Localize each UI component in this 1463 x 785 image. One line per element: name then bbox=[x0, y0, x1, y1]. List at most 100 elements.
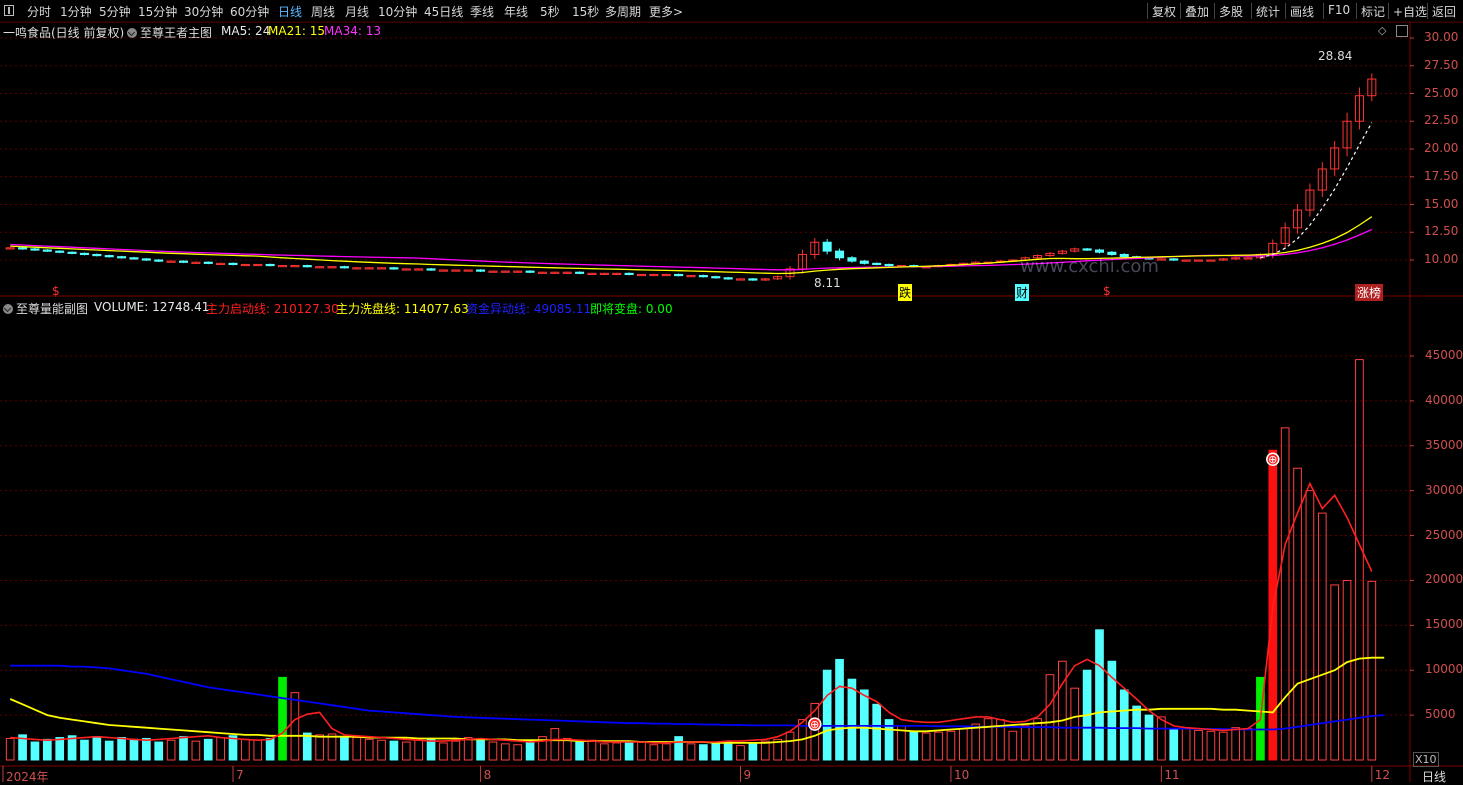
volume-bar bbox=[909, 730, 919, 761]
candle-body bbox=[364, 267, 374, 270]
candle-body bbox=[822, 241, 832, 252]
candle-body bbox=[216, 262, 226, 266]
candle-body bbox=[451, 269, 461, 272]
candle-body bbox=[315, 266, 325, 269]
volume-bar bbox=[55, 737, 65, 761]
candle-body bbox=[550, 271, 560, 274]
volume-bar bbox=[649, 744, 659, 761]
candle-body bbox=[723, 277, 733, 280]
candle-body bbox=[42, 249, 52, 252]
volume-bar bbox=[1020, 725, 1030, 761]
volume-bar bbox=[463, 737, 473, 761]
candle-body bbox=[1193, 259, 1204, 262]
volume-bar bbox=[30, 741, 40, 761]
volume-tick-label: 35000 bbox=[1425, 437, 1463, 452]
volume-bar bbox=[934, 731, 943, 761]
candle-body bbox=[253, 263, 263, 267]
plus-circle-mark: ⊕ bbox=[1268, 453, 1277, 466]
candle-body bbox=[575, 271, 585, 274]
candle-body bbox=[1243, 257, 1253, 260]
candle-body bbox=[117, 256, 127, 259]
volume-bar bbox=[1008, 730, 1018, 761]
volume-bar bbox=[946, 730, 956, 761]
candle-body bbox=[1107, 251, 1117, 255]
candle-body bbox=[265, 263, 275, 267]
candle-body bbox=[30, 248, 40, 251]
low-annotation: 8.11 bbox=[814, 276, 841, 290]
candle-body bbox=[649, 273, 659, 277]
candle-body bbox=[674, 273, 684, 277]
candle-body bbox=[339, 266, 349, 269]
period-label[interactable]: 日线 bbox=[1422, 768, 1446, 785]
volume-bar bbox=[525, 739, 535, 761]
volume-bar bbox=[104, 740, 114, 761]
volume-bar bbox=[1194, 729, 1203, 761]
volume-bar bbox=[686, 743, 696, 761]
volume-bar bbox=[958, 728, 968, 761]
volume-bar bbox=[216, 737, 225, 761]
price-tick-label: 15.00 bbox=[1424, 196, 1459, 211]
candle-body bbox=[438, 269, 448, 272]
candle-body bbox=[277, 265, 288, 268]
date-label: 8 bbox=[483, 768, 492, 782]
volume-bar bbox=[315, 734, 324, 761]
date-label: 9 bbox=[743, 768, 752, 782]
candle-body bbox=[401, 268, 411, 271]
candle-body bbox=[67, 251, 77, 254]
price-tick-label: 20.00 bbox=[1424, 141, 1459, 155]
volume-bar bbox=[1355, 359, 1364, 761]
volume-bar bbox=[80, 739, 89, 761]
plus-circle-mark: ⊕ bbox=[810, 718, 819, 731]
candle-body bbox=[636, 273, 647, 277]
candle-body bbox=[859, 260, 869, 264]
candle-body bbox=[377, 267, 387, 270]
volume-bar bbox=[723, 741, 733, 761]
volume-bar bbox=[401, 741, 411, 761]
volume-bar bbox=[191, 740, 201, 761]
candle-body bbox=[463, 269, 473, 272]
volume-bar bbox=[983, 718, 993, 761]
price-tick-label: 25.00 bbox=[1424, 85, 1459, 100]
fund-line bbox=[10, 664, 1385, 731]
candle-body bbox=[1181, 259, 1191, 262]
volume-bar bbox=[265, 737, 275, 761]
candle-body bbox=[500, 270, 510, 273]
candle-body bbox=[228, 262, 238, 266]
volume-bar bbox=[302, 732, 312, 761]
candle-body bbox=[847, 257, 857, 262]
candle-body bbox=[587, 272, 597, 276]
price-tick-label: 12.50 bbox=[1424, 224, 1459, 239]
volume-bar bbox=[1218, 731, 1228, 761]
kline-chart[interactable]: ⊕⊕ bbox=[0, 0, 1463, 782]
volume-tick-label: 45000 bbox=[1425, 348, 1463, 362]
candle-body bbox=[290, 265, 300, 268]
scale-label[interactable]: X10 bbox=[1413, 752, 1439, 767]
volume-bar bbox=[389, 740, 399, 761]
ma5-line bbox=[1260, 122, 1373, 259]
volume-tick-label: 10000 bbox=[1425, 662, 1463, 677]
candle-body bbox=[302, 265, 312, 268]
candle-body bbox=[426, 268, 436, 271]
volume-bar bbox=[921, 732, 931, 761]
candle-body bbox=[612, 272, 622, 276]
candle-body bbox=[203, 261, 213, 264]
volume-bar bbox=[451, 740, 461, 761]
ma21-line bbox=[10, 216, 1373, 275]
candle-body bbox=[872, 262, 882, 266]
signal-wealth: 财 bbox=[1015, 284, 1030, 301]
candle-body bbox=[735, 278, 746, 281]
high-annotation: 28.84 bbox=[1318, 49, 1353, 63]
volume-bar bbox=[290, 692, 300, 761]
price-tick-label: 17.50 bbox=[1424, 168, 1459, 183]
volume-bar bbox=[612, 742, 622, 761]
volume-bar bbox=[1206, 730, 1216, 761]
candle-body bbox=[327, 266, 337, 269]
volume-bar bbox=[760, 740, 770, 761]
candle-body bbox=[18, 247, 28, 250]
price-tick-label: 30.00 bbox=[1424, 30, 1459, 44]
volume-bar bbox=[1157, 716, 1166, 761]
volume-tick-label: 5000 bbox=[1425, 707, 1456, 722]
volume-bar bbox=[637, 741, 646, 761]
volume-bar bbox=[352, 737, 362, 761]
volume-bar bbox=[42, 738, 52, 761]
